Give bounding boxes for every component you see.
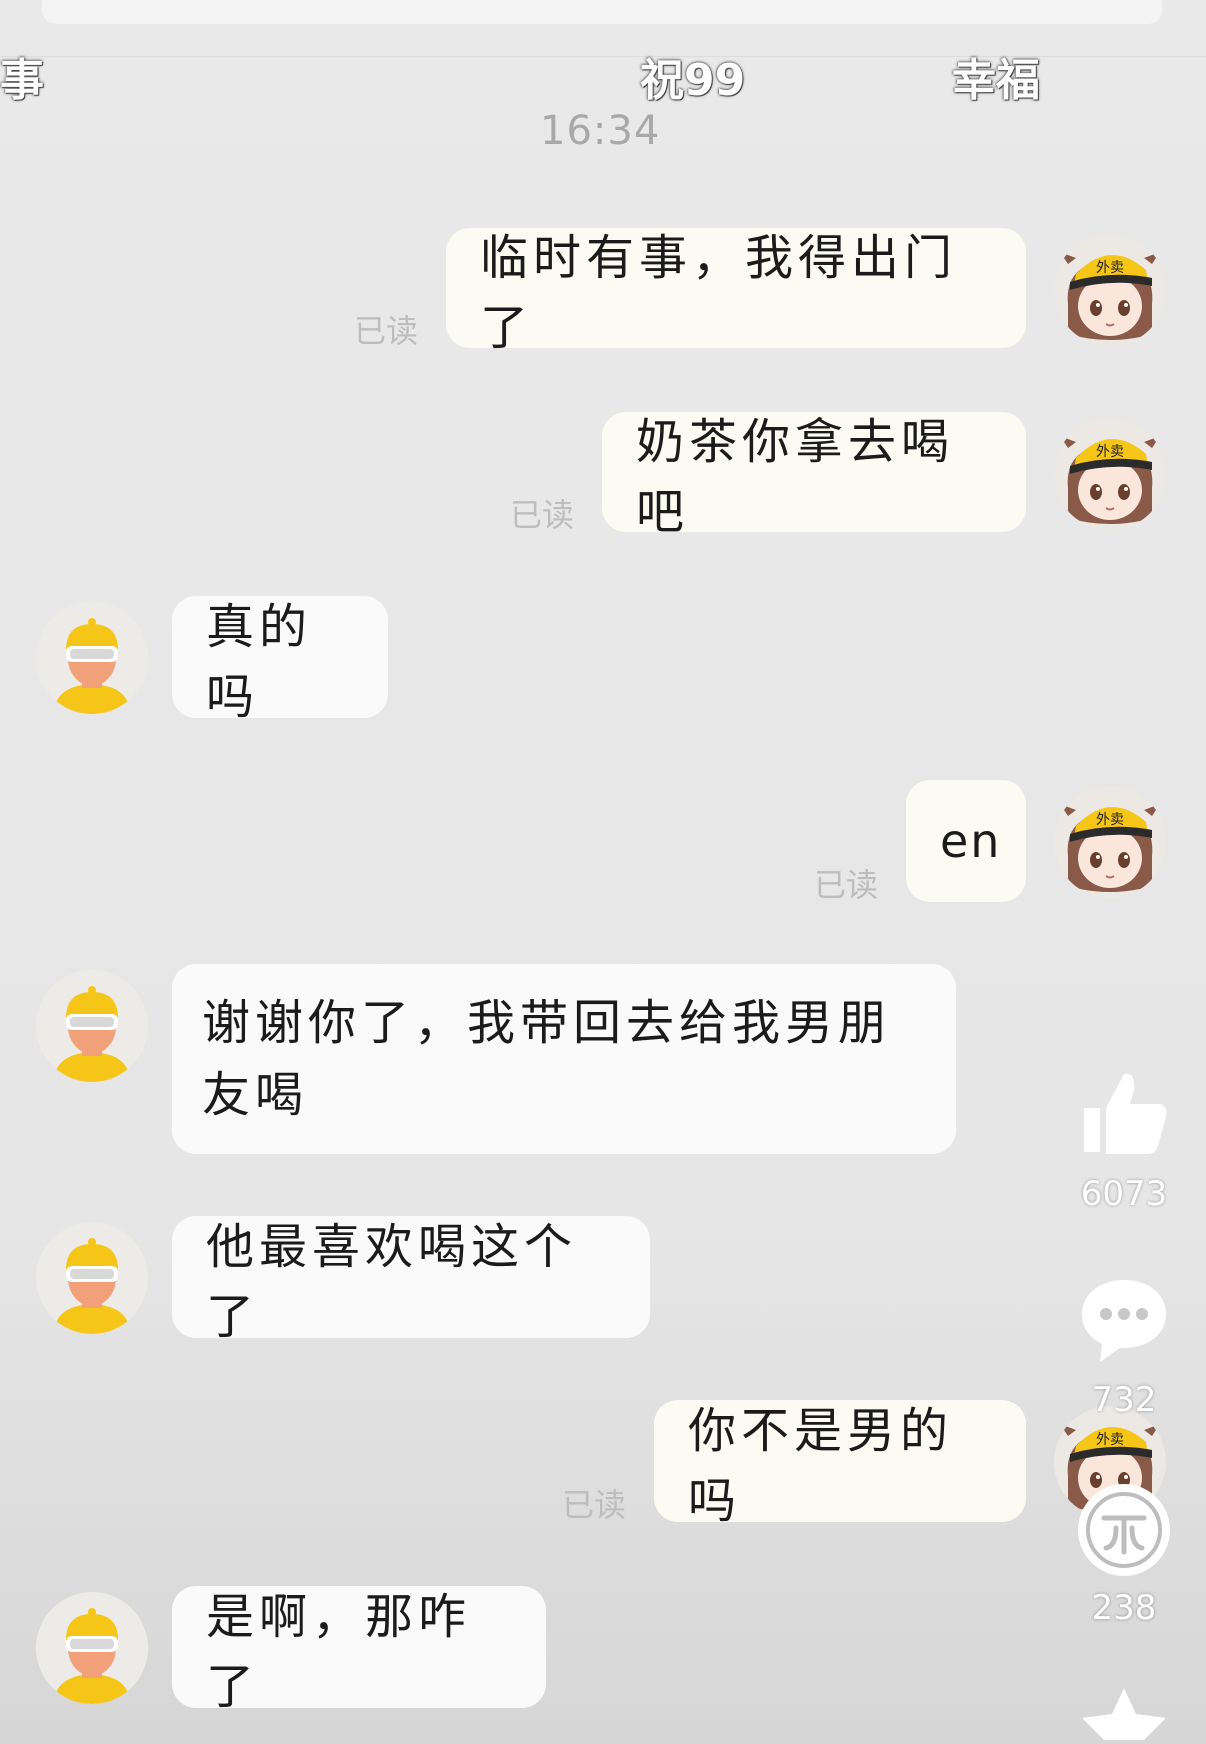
chat-timestamp: 16:34 [540, 108, 661, 154]
read-receipt: 已读 [510, 496, 575, 534]
self-avatar[interactable] [1054, 234, 1166, 346]
yellow-cap-avatar-icon [36, 1222, 148, 1334]
yellow-cap-avatar-icon [36, 970, 148, 1082]
message-bubble-incoming[interactable]: 他最喜欢喝这个了 [172, 1216, 650, 1345]
marquee-text-right: 幸福 [952, 55, 1040, 106]
message-bubble-incoming[interactable]: 是啊，那咋了 [172, 1586, 546, 1715]
share-button[interactable] [1064, 1482, 1184, 1578]
delivery-girl-avatar-icon [1054, 786, 1166, 898]
contact-avatar[interactable] [36, 1592, 148, 1704]
contact-avatar[interactable] [36, 602, 148, 714]
message-bubble-incoming[interactable]: 真的吗 [172, 596, 388, 725]
yellow-cap-avatar-icon [36, 1592, 148, 1704]
top-bar [42, 0, 1162, 24]
comment-button[interactable] [1064, 1272, 1184, 1368]
message-bubble-outgoing[interactable]: en [906, 780, 1026, 902]
message-bubble-incoming[interactable]: 谢谢你了，我带回去给我男朋友喝 [172, 964, 956, 1154]
delivery-girl-avatar-icon [1054, 418, 1166, 530]
marquee-text-mid: 祝99 [640, 55, 746, 106]
share-count: 238 [1091, 1588, 1157, 1628]
read-receipt: 已读 [814, 866, 879, 904]
self-avatar[interactable] [1054, 786, 1166, 898]
marquee-text-left: 事 [0, 55, 44, 106]
like-button[interactable] [1064, 1064, 1184, 1160]
star-icon [1082, 1688, 1166, 1740]
favorite-button[interactable] [1064, 1684, 1184, 1744]
coin-share-icon [1078, 1484, 1170, 1576]
comment-bubble-icon [1082, 1280, 1166, 1362]
contact-avatar[interactable] [36, 970, 148, 1082]
self-avatar[interactable] [1054, 418, 1166, 530]
comment-count: 732 [1091, 1380, 1157, 1420]
message-bubble-outgoing[interactable]: 奶茶你拿去喝吧 [602, 412, 1026, 540]
contact-avatar[interactable] [36, 1222, 148, 1334]
message-bubble-outgoing[interactable]: 临时有事，我得出门了 [446, 228, 1026, 356]
like-count: 6073 [1080, 1174, 1168, 1214]
delivery-girl-avatar-icon [1054, 234, 1166, 346]
read-receipt: 已读 [354, 312, 419, 350]
yellow-cap-avatar-icon [36, 602, 148, 714]
message-bubble-outgoing[interactable]: 你不是男的吗 [654, 1400, 1026, 1529]
read-receipt: 已读 [562, 1486, 627, 1524]
thumbs-up-icon [1084, 1073, 1167, 1154]
